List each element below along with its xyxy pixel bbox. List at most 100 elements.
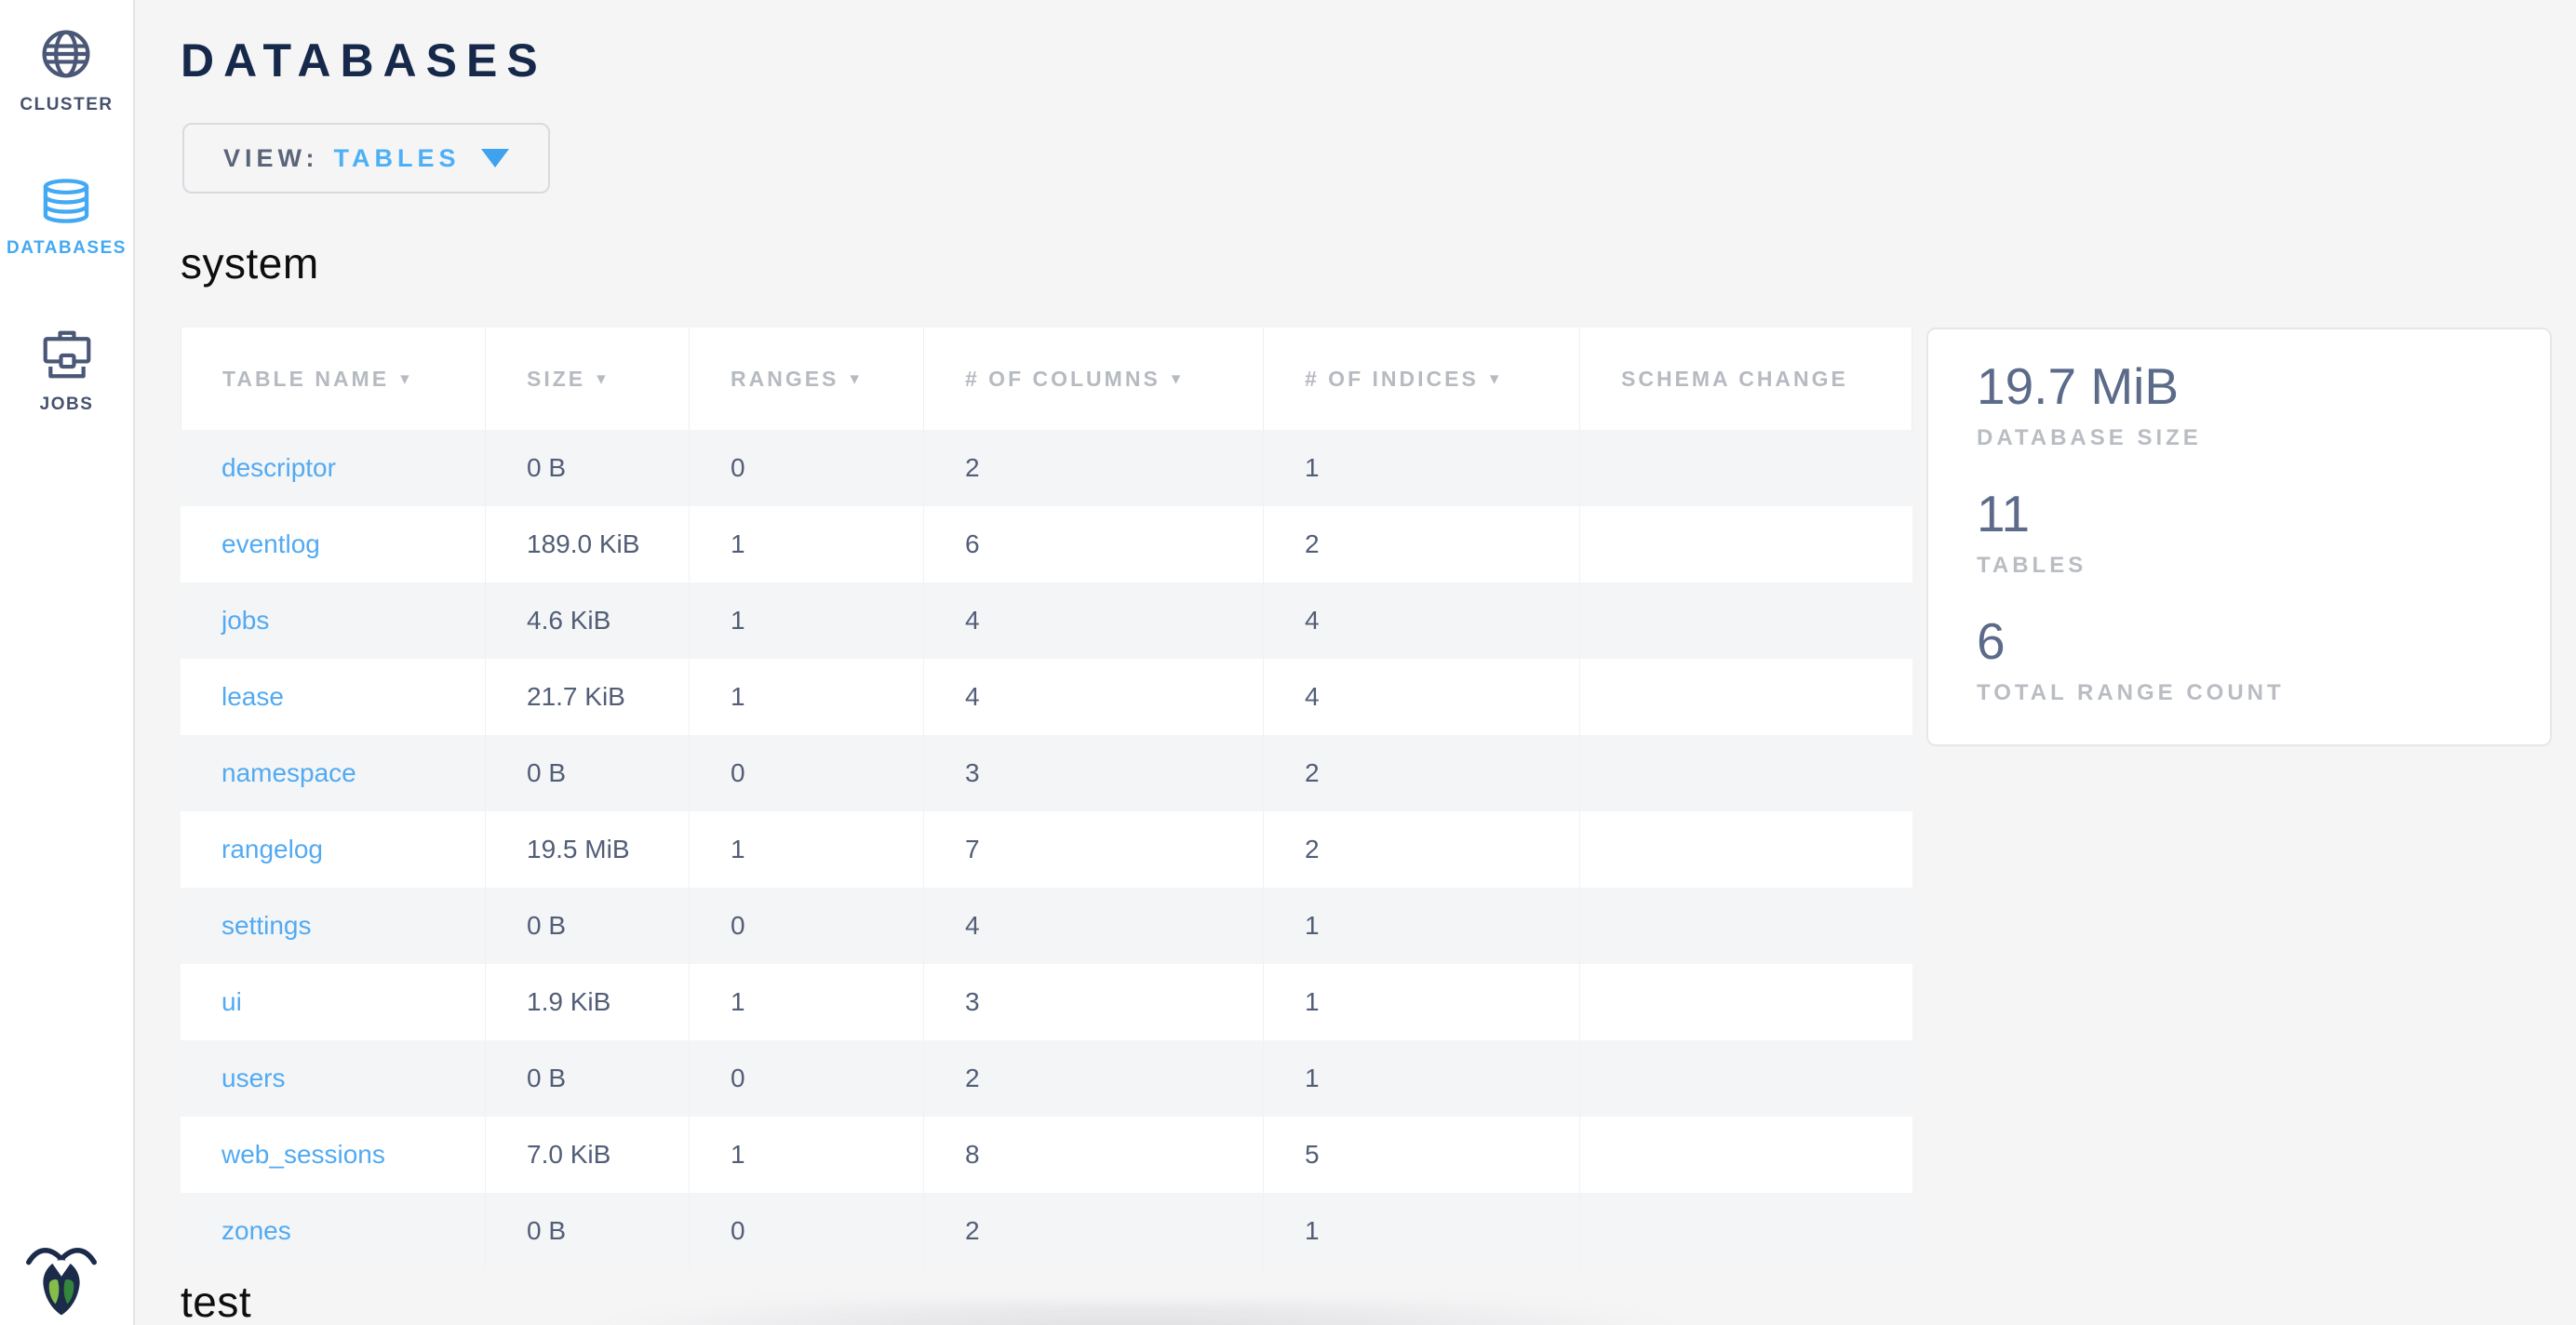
cell-num-columns: 4 xyxy=(923,888,1263,964)
cell-size: 7.0 KiB xyxy=(485,1117,689,1193)
stat-value: 6 xyxy=(1977,616,2550,667)
cell-size: 0 B xyxy=(485,735,689,811)
stat-label: DATABASE SIZE xyxy=(1977,425,2550,451)
cell-size: 0 B xyxy=(485,1040,689,1117)
cell-ranges: 1 xyxy=(689,964,923,1040)
cell-size: 1.9 KiB xyxy=(485,964,689,1040)
table-row-users: users0 B021 xyxy=(181,1040,1912,1117)
table-row-rangelog: rangelog19.5 MiB172 xyxy=(181,811,1912,888)
column-header-ranges[interactable]: RANGES▾ xyxy=(689,328,923,430)
cell-ranges: 0 xyxy=(689,430,923,506)
sidebar-item-jobs[interactable]: JOBS xyxy=(40,329,94,415)
cell-ranges: 1 xyxy=(689,659,923,735)
column-header-label: # OF COLUMNS xyxy=(965,367,1161,392)
cell-num-columns: 6 xyxy=(923,506,1263,582)
cell-schema-change xyxy=(1579,1117,1912,1193)
stat-label: TABLES xyxy=(1977,553,2550,579)
database-section-title-test: test xyxy=(181,1277,251,1325)
cell-size: 0 B xyxy=(485,430,689,506)
table-name-link[interactable]: lease xyxy=(181,659,485,735)
sidebar-item-databases[interactable]: DATABASES xyxy=(7,179,127,259)
sort-arrow-icon: ▾ xyxy=(850,368,862,390)
sort-arrow-icon: ▾ xyxy=(1490,368,1502,390)
sort-arrow-icon: ▾ xyxy=(597,368,609,390)
cell-size: 4.6 KiB xyxy=(485,582,689,659)
column-header-table-name[interactable]: TABLE NAME ▾ xyxy=(181,328,485,430)
column-header--of-columns[interactable]: # OF COLUMNS ▾ xyxy=(923,328,1263,430)
cell-num-indices: 2 xyxy=(1263,735,1579,811)
cell-schema-change xyxy=(1579,811,1912,888)
table-row-ui: ui1.9 KiB131 xyxy=(181,964,1912,1040)
sidebar-item-label: JOBS xyxy=(40,395,94,415)
stat-value: 11 xyxy=(1977,489,2550,540)
sidebar-item-cluster[interactable]: CLUSTER xyxy=(20,28,113,115)
column-header--of-indices[interactable]: # OF INDICES ▾ xyxy=(1263,328,1579,430)
view-selector-dropdown[interactable]: VIEW: TABLES xyxy=(182,123,550,194)
column-header-size[interactable]: SIZE ▾ xyxy=(485,328,689,430)
cell-ranges: 0 xyxy=(689,888,923,964)
table-name-link[interactable]: namespace xyxy=(181,735,485,811)
sort-arrow-icon: ▾ xyxy=(400,368,412,390)
bottom-shadow xyxy=(596,1301,1675,1325)
table-name-link[interactable]: zones xyxy=(181,1193,485,1269)
stat-total-range-count: 6 TOTAL RANGE COUNT xyxy=(1977,616,2550,706)
stat-database-size: 19.7 MiBDATABASE SIZE xyxy=(1977,361,2550,451)
cell-ranges: 1 xyxy=(689,1117,923,1193)
cell-num-indices: 1 xyxy=(1263,964,1579,1040)
cell-num-indices: 5 xyxy=(1263,1117,1579,1193)
cell-num-columns: 7 xyxy=(923,811,1263,888)
table-row-jobs: jobs4.6 KiB144 xyxy=(181,582,1912,659)
cell-num-columns: 2 xyxy=(923,1193,1263,1269)
globe-icon xyxy=(39,28,93,80)
cell-schema-change xyxy=(1579,659,1912,735)
cell-ranges: 1 xyxy=(689,506,923,582)
page-title: DATABASES xyxy=(181,33,547,87)
table-name-link[interactable]: descriptor xyxy=(181,430,485,506)
database-section-title-system: system xyxy=(181,238,319,288)
table-name-link[interactable]: web_sessions xyxy=(181,1117,485,1193)
table-name-link[interactable]: ui xyxy=(181,964,485,1040)
cell-size: 21.7 KiB xyxy=(485,659,689,735)
table-name-link[interactable]: settings xyxy=(181,888,485,964)
column-header-label: TABLE NAME xyxy=(222,367,389,392)
cell-num-indices: 4 xyxy=(1263,582,1579,659)
cockroachdb-bug-icon xyxy=(24,1241,99,1318)
cell-schema-change xyxy=(1579,964,1912,1040)
table-row-lease: lease21.7 KiB144 xyxy=(181,659,1912,735)
databases-page: CLUSTER DATABASES JOBS DATABASES VIEW: TAB… xyxy=(0,0,2576,1325)
table-row-web_sessions: web_sessions7.0 KiB185 xyxy=(181,1117,1912,1193)
sort-arrow-icon: ▾ xyxy=(1172,368,1184,390)
cell-ranges: 0 xyxy=(689,1193,923,1269)
table-row-eventlog: eventlog189.0 KiB162 xyxy=(181,506,1912,582)
table-name-link[interactable]: eventlog xyxy=(181,506,485,582)
chevron-down-icon xyxy=(481,149,509,167)
cell-schema-change xyxy=(1579,1040,1912,1117)
table-row-zones: zones0 B021 xyxy=(181,1193,1912,1269)
cell-num-indices: 2 xyxy=(1263,506,1579,582)
cell-num-columns: 2 xyxy=(923,1040,1263,1117)
system-tables-table: TABLE NAME▾SIZE▾RANGES▾# OF COLUMNS▾# OF… xyxy=(181,328,1912,1269)
sidebar-item-label: DATABASES xyxy=(7,238,127,259)
cell-size: 0 B xyxy=(485,1193,689,1269)
table-name-link[interactable]: users xyxy=(181,1040,485,1117)
cell-num-columns: 3 xyxy=(923,964,1263,1040)
view-selector-label: VIEW: xyxy=(223,144,319,173)
cell-size: 189.0 KiB xyxy=(485,506,689,582)
column-header-label: # OF INDICES xyxy=(1305,367,1479,392)
database-stats-panel: 19.7 MiBDATABASE SIZE 11 TABLES 6 TOTAL RANG… xyxy=(1926,328,2552,746)
table-row-settings: settings0 B041 xyxy=(181,888,1912,964)
cell-num-indices: 1 xyxy=(1263,1040,1579,1117)
cell-num-indices: 4 xyxy=(1263,659,1579,735)
stat-label: TOTAL RANGE COUNT xyxy=(1977,680,2550,706)
table-name-link[interactable]: rangelog xyxy=(181,811,485,888)
cell-size: 19.5 MiB xyxy=(485,811,689,888)
cell-schema-change xyxy=(1579,506,1912,582)
cell-size: 0 B xyxy=(485,888,689,964)
cell-ranges: 0 xyxy=(689,1040,923,1117)
column-header-label: SIZE xyxy=(527,367,585,392)
cell-ranges: 1 xyxy=(689,811,923,888)
table-name-link[interactable]: jobs xyxy=(181,582,485,659)
cell-num-indices: 1 xyxy=(1263,1193,1579,1269)
cell-num-indices: 1 xyxy=(1263,430,1579,506)
cell-num-indices: 1 xyxy=(1263,888,1579,964)
